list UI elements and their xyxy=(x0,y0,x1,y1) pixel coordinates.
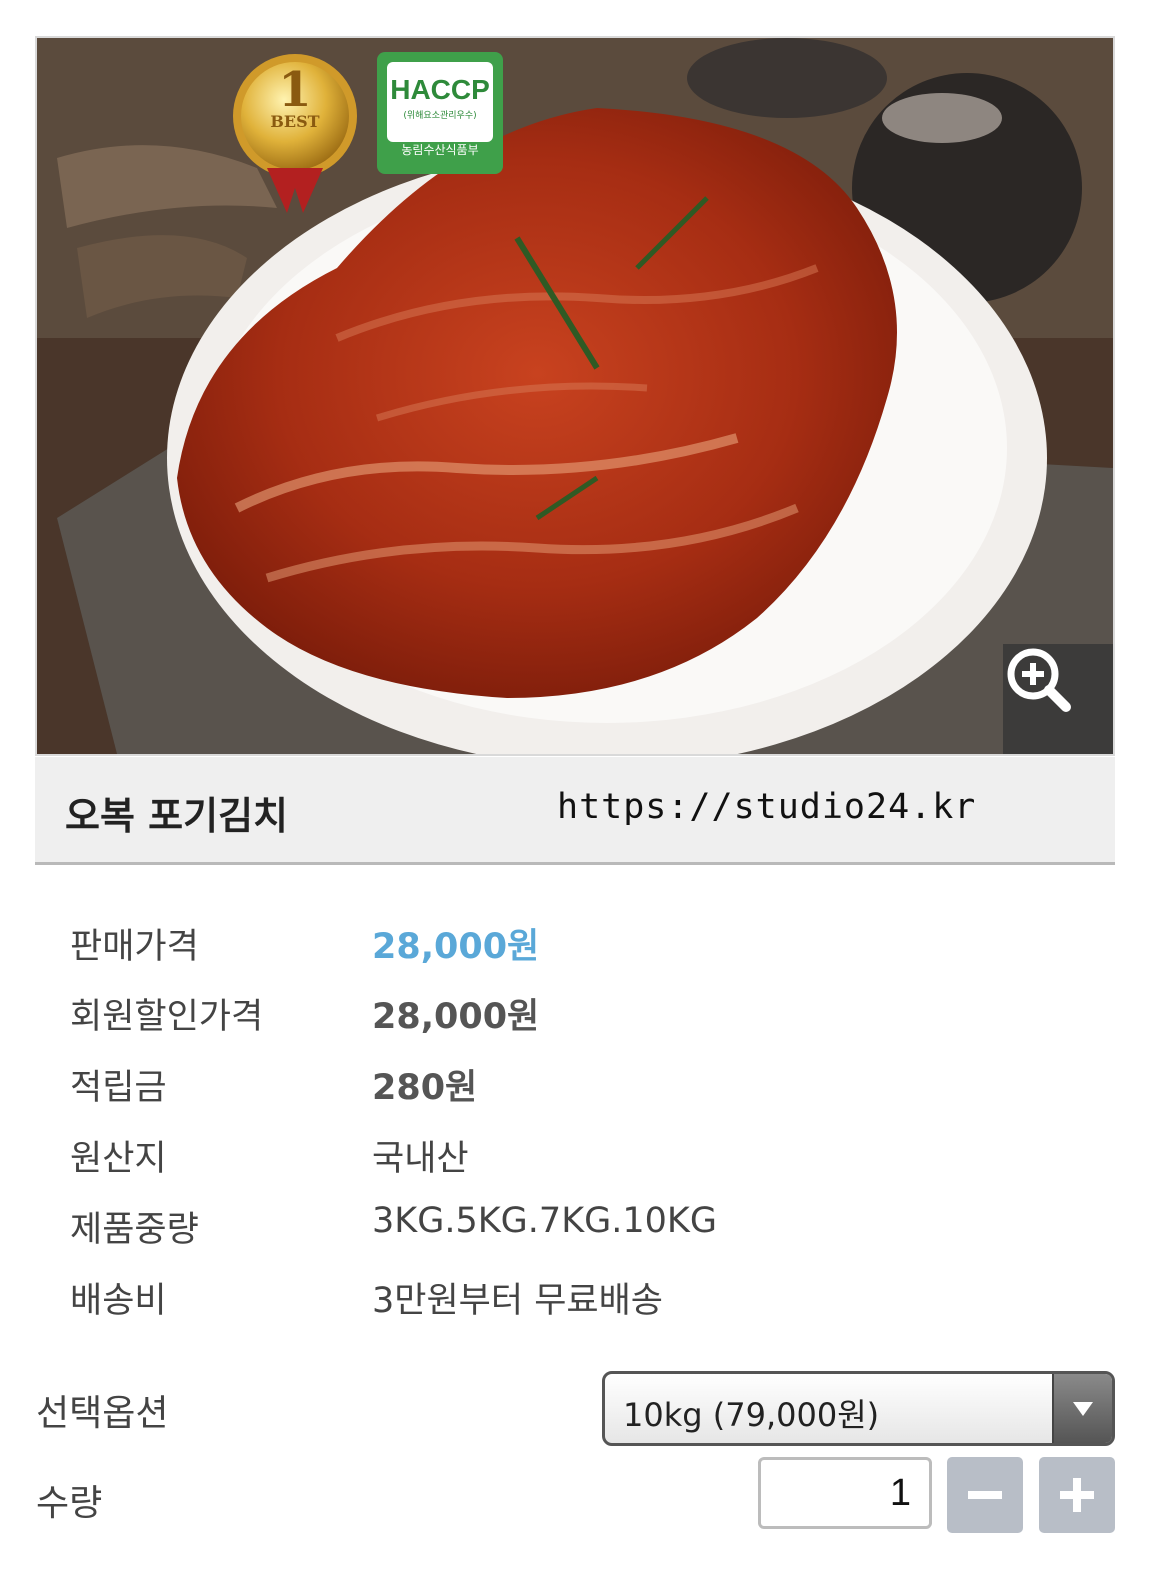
option-selected-value: 10kg (79,000원) xyxy=(623,1396,880,1434)
haccp-badge-org: 농림수산식품부 xyxy=(401,143,479,157)
sale-price-value: 28,000원 xyxy=(372,927,540,967)
info-row-weight: 제품중량 3KG.5KG.7KG.10KG xyxy=(70,1201,1070,1261)
minus-icon xyxy=(968,1491,1002,1499)
quantity-decrease-button[interactable] xyxy=(947,1457,1023,1533)
best-badge: 1 BEST xyxy=(241,60,349,172)
info-row-member-price: 회원할인가격 28,000원 xyxy=(70,988,1070,1048)
plus-icon xyxy=(1060,1478,1094,1512)
product-url[interactable]: https://studio24.kr xyxy=(557,787,976,827)
info-row-shipping: 배송비 3만원부터 무료배송 xyxy=(70,1272,1070,1332)
member-price-value: 28,000원 xyxy=(372,997,540,1037)
option-label: 선택옵션 xyxy=(36,1393,169,1434)
member-price-label: 회원할인가격 xyxy=(70,997,264,1037)
info-row-origin: 원산지 국내산 xyxy=(70,1130,1070,1190)
product-image[interactable]: 1 BEST HACCP (위해요소관리우수) 농림수산식품부 xyxy=(35,36,1115,756)
zoom-button[interactable] xyxy=(1003,644,1113,754)
points-label: 적립금 xyxy=(70,1068,167,1108)
product-title-bar: 오복 포기김치 https://studio24.kr xyxy=(35,757,1115,865)
points-value: 280원 xyxy=(372,1068,478,1108)
info-row-sale-price: 판매가격 28,000원 xyxy=(70,918,1070,978)
haccp-badge-sub: (위해요소관리우수) xyxy=(403,111,477,121)
weight-value: 3KG.5KG.7KG.10KG xyxy=(372,1201,718,1241)
quantity-input[interactable] xyxy=(758,1457,932,1529)
product-name: 오복 포기김치 xyxy=(65,794,288,838)
best-badge-text: BEST xyxy=(270,112,320,131)
sale-price-label: 판매가격 xyxy=(70,927,199,967)
dropdown-toggle[interactable] xyxy=(1052,1374,1112,1443)
origin-label: 원산지 xyxy=(70,1139,167,1179)
origin-value: 국내산 xyxy=(372,1139,469,1179)
weight-label: 제품중량 xyxy=(70,1210,199,1250)
haccp-badge: HACCP (위해요소관리우수) 농림수산식품부 xyxy=(377,52,503,174)
shipping-value: 3만원부터 무료배송 xyxy=(372,1281,663,1321)
dropdown-arrow-icon xyxy=(1073,1401,1093,1416)
haccp-badge-title: HACCP xyxy=(390,74,490,105)
quantity-label: 수량 xyxy=(36,1483,103,1524)
info-row-points: 적립금 280원 xyxy=(70,1059,1070,1119)
quantity-increase-button[interactable] xyxy=(1039,1457,1115,1533)
shipping-label: 배송비 xyxy=(70,1281,167,1321)
option-select[interactable]: 10kg (79,000원) xyxy=(602,1371,1115,1446)
best-badge-number: 1 xyxy=(278,62,312,118)
zoom-in-icon xyxy=(1007,648,1071,712)
kimchi-photo xyxy=(37,38,1113,754)
